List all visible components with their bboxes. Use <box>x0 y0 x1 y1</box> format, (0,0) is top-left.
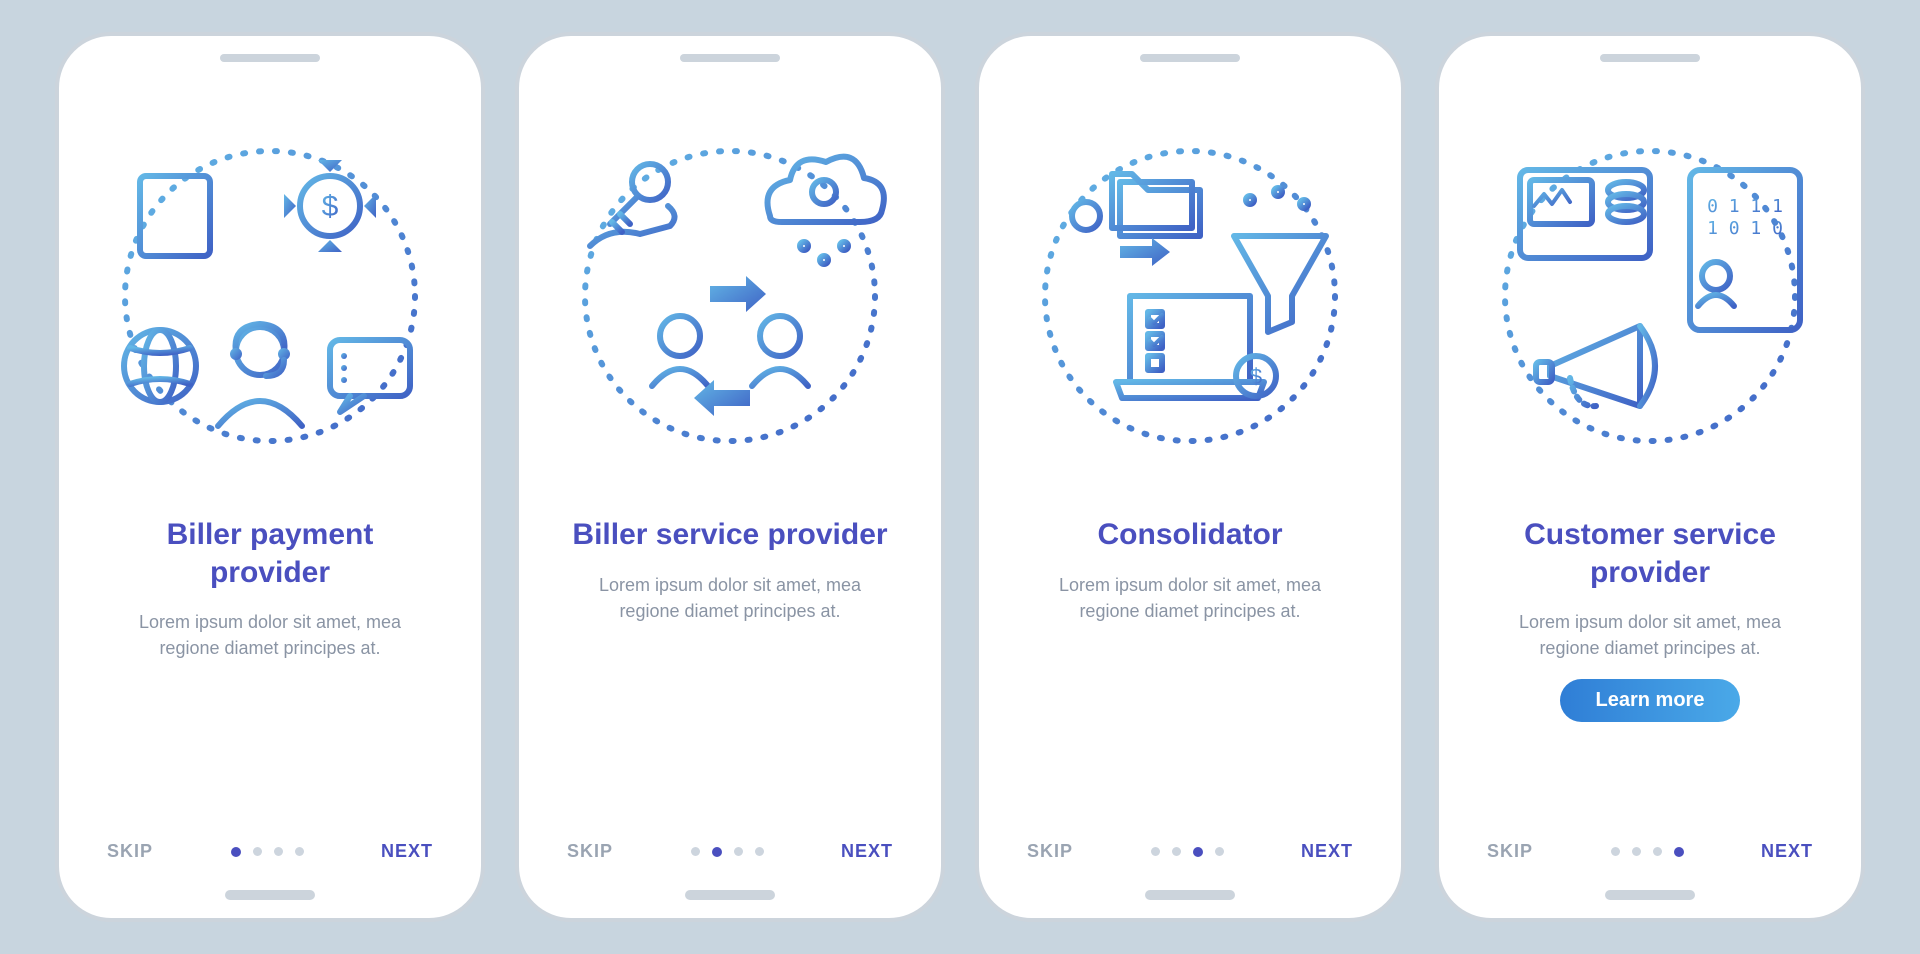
content-area: Consolidator Lorem ipsum dolor sit amet,… <box>1009 496 1371 858</box>
skip-button[interactable]: SKIP <box>567 841 613 862</box>
screen-title: Biller service provider <box>572 516 887 554</box>
screen-title: Biller payment provider <box>103 516 437 591</box>
skip-button[interactable]: SKIP <box>1487 841 1533 862</box>
dot-4[interactable] <box>1674 847 1684 857</box>
dot-3[interactable] <box>1193 847 1203 857</box>
bottom-nav: SKIP NEXT <box>519 841 941 862</box>
next-button[interactable]: NEXT <box>381 841 433 862</box>
dot-4[interactable] <box>295 847 304 856</box>
learn-more-button[interactable]: Learn more <box>1560 679 1741 722</box>
screen-description: Lorem ipsum dolor sit amet, mea regione … <box>110 609 430 661</box>
screen-description: Lorem ipsum dolor sit amet, mea regione … <box>1030 572 1350 624</box>
illustration-icon: $ <box>1020 126 1360 466</box>
screen-title: Consolidator <box>1098 516 1283 554</box>
illustration-consolidator: $ <box>1009 96 1371 496</box>
skip-button[interactable]: SKIP <box>1027 841 1073 862</box>
illustration-icon: 0 1 1 1 1 0 1 0 <box>1480 126 1820 466</box>
dot-1[interactable] <box>691 847 700 856</box>
dot-3[interactable] <box>734 847 743 856</box>
svg-text:$: $ <box>1250 364 1262 389</box>
onboarding-screen-2: Biller service provider Lorem ipsum dolo… <box>515 32 945 922</box>
content-area: Customer service provider Lorem ipsum do… <box>1469 496 1831 858</box>
screen-title: Customer service provider <box>1483 516 1817 591</box>
dot-3[interactable] <box>1653 847 1662 856</box>
content-area: Biller payment provider Lorem ipsum dolo… <box>89 496 451 858</box>
page-dots <box>691 847 764 857</box>
onboarding-screen-1: $ <box>55 32 485 922</box>
page-dots <box>231 847 304 857</box>
illustration-biller-payment: $ <box>89 96 451 496</box>
svg-text:1 0 1 0: 1 0 1 0 <box>1707 218 1783 239</box>
onboarding-screen-3: $ Consolidator Lorem ipsum dolor sit ame… <box>975 32 1405 922</box>
bottom-nav: SKIP NEXT <box>979 841 1401 862</box>
next-button[interactable]: NEXT <box>1761 841 1813 862</box>
dot-3[interactable] <box>274 847 283 856</box>
dot-2[interactable] <box>1172 847 1181 856</box>
dot-1[interactable] <box>231 847 241 857</box>
illustration-icon <box>560 126 900 466</box>
page-dots <box>1611 847 1684 857</box>
next-button[interactable]: NEXT <box>1301 841 1353 862</box>
dot-1[interactable] <box>1611 847 1620 856</box>
svg-text:0 1 1 1: 0 1 1 1 <box>1707 196 1783 217</box>
illustration-icon: $ <box>100 126 440 466</box>
dot-1[interactable] <box>1151 847 1160 856</box>
dot-2[interactable] <box>1632 847 1641 856</box>
dot-4[interactable] <box>755 847 764 856</box>
illustration-biller-service <box>549 96 911 496</box>
dot-4[interactable] <box>1215 847 1224 856</box>
dot-2[interactable] <box>253 847 262 856</box>
illustration-customer-service: 0 1 1 1 1 0 1 0 <box>1469 96 1831 496</box>
screen-description: Lorem ipsum dolor sit amet, mea regione … <box>570 572 890 624</box>
onboarding-screen-4: 0 1 1 1 1 0 1 0 Customer service provide… <box>1435 32 1865 922</box>
page-dots <box>1151 847 1224 857</box>
content-area: Biller service provider Lorem ipsum dolo… <box>549 496 911 858</box>
next-button[interactable]: NEXT <box>841 841 893 862</box>
dot-2[interactable] <box>712 847 722 857</box>
screen-description: Lorem ipsum dolor sit amet, mea regione … <box>1490 609 1810 661</box>
bottom-nav: SKIP NEXT <box>59 841 481 862</box>
svg-text:$: $ <box>322 190 339 223</box>
bottom-nav: SKIP NEXT <box>1439 841 1861 862</box>
skip-button[interactable]: SKIP <box>107 841 153 862</box>
